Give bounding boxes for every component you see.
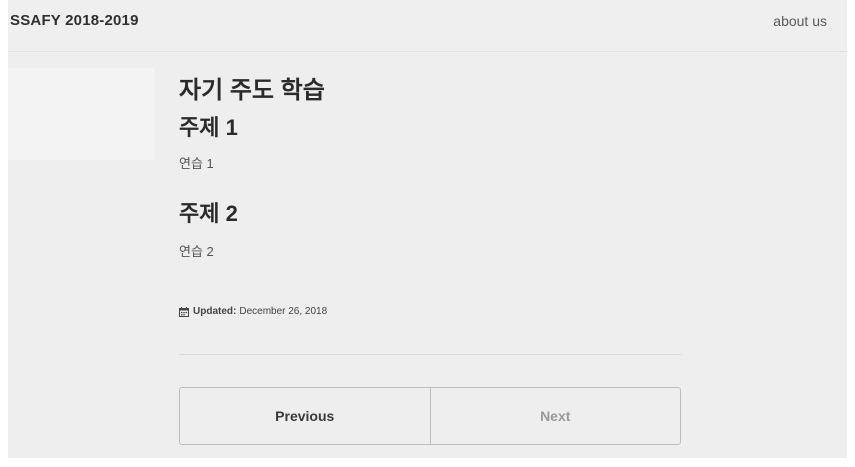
- next-button[interactable]: Next: [431, 388, 681, 444]
- section-heading-2: 주제 2: [179, 201, 238, 226]
- section-text-2: 연습 2: [179, 244, 214, 259]
- calendar-icon: [179, 306, 189, 317]
- nav-about-us[interactable]: about us: [773, 13, 827, 29]
- section-text-1: 연습 1: [179, 156, 214, 171]
- pagination: Previous Next: [179, 387, 681, 445]
- site-title-link[interactable]: SSAFY 2018-2019: [10, 12, 139, 29]
- divider: [179, 354, 681, 355]
- updated-meta: Updated: December 26, 2018: [179, 306, 327, 317]
- updated-date: December 26, 2018: [239, 306, 328, 317]
- section-heading-1: 주제 1: [179, 115, 238, 140]
- previous-button[interactable]: Previous: [180, 388, 431, 444]
- page-title: 자기 주도 학습: [179, 77, 325, 104]
- page-frame: SSAFY 2018-2019 about us 자기 주도 학습 주제 1 연…: [8, 0, 847, 458]
- masthead: SSAFY 2018-2019 about us: [8, 0, 847, 52]
- updated-label: Updated:: [193, 306, 237, 317]
- sidebar-placeholder: [8, 68, 155, 160]
